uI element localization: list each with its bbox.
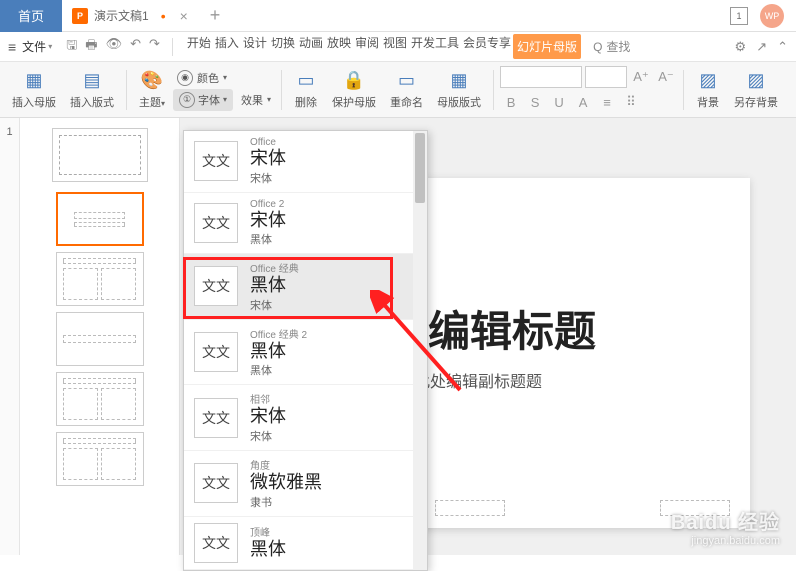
search-button[interactable]: Q 查找 <box>593 38 630 55</box>
collapse-icon[interactable]: ⌃ <box>777 39 788 55</box>
font-scheme-item[interactable]: 文文 Office 经典 黑体 宋体 <box>184 254 427 320</box>
save-icon[interactable]: 🖫 <box>66 36 77 58</box>
theme-dropdown[interactable]: 🎨 主题▾ <box>133 68 171 112</box>
undo-icon[interactable]: ↶ <box>130 36 141 58</box>
font-scheme-item[interactable]: 文文 Office 经典 2 黑体 黑体 <box>184 320 427 386</box>
color-dropdown[interactable]: ◉ 颜色▾ <box>173 69 275 87</box>
layout-thumbnail[interactable] <box>56 372 144 426</box>
font-scheme-item[interactable]: 文文 Office 2 宋体 黑体 <box>184 193 427 255</box>
rename-button[interactable]: ▭ 重命名 <box>384 68 429 112</box>
underline-button[interactable]: U <box>548 91 570 113</box>
insert-layout-button[interactable]: ▤ 插入版式 <box>64 68 120 112</box>
tab-animation[interactable]: 动画 <box>297 34 325 59</box>
redo-icon[interactable]: ↷ <box>149 36 160 58</box>
tab-vip[interactable]: 会员专享 <box>461 34 513 59</box>
font-scheme-item[interactable]: 文文 Office 宋体 宋体 <box>184 131 427 193</box>
strikethrough-button[interactable]: S <box>524 91 546 113</box>
master-thumbnail[interactable] <box>52 128 148 182</box>
preview-icon[interactable]: 👁 <box>106 36 123 58</box>
home-tab[interactable]: 首页 <box>0 0 62 32</box>
print-icon[interactable]: 🖶 <box>85 36 97 58</box>
watermark: Baidu 经验 jingyan.baidu.com <box>671 506 780 547</box>
insert-layout-icon: ▤ <box>80 70 104 92</box>
tab-review[interactable]: 审阅 <box>353 34 381 59</box>
layout-thumbnail[interactable] <box>56 312 144 366</box>
layout-thumbnail[interactable] <box>56 192 144 246</box>
layout-thumbnail[interactable] <box>56 432 144 486</box>
ribbon-tabs: 开始 插入 设计 切换 动画 放映 审阅 视图 开发工具 会员专享 幻灯片母版 <box>185 34 581 59</box>
font-sample-icon: 文文 <box>194 523 238 563</box>
font-size-combo[interactable] <box>585 66 627 88</box>
palette-icon: 🎨 <box>140 70 164 92</box>
tab-view[interactable]: 视图 <box>381 34 409 59</box>
background-button[interactable]: ▨ 背景 <box>690 68 726 112</box>
thumbnail-pane <box>20 118 180 555</box>
delete-button: ▭ 删除 <box>288 68 324 112</box>
background-icon: ▨ <box>696 70 720 92</box>
tab-slide-master[interactable]: 幻灯片母版 <box>513 34 581 59</box>
slide-number: 1 <box>0 126 19 138</box>
bold-button[interactable]: B <box>500 91 522 113</box>
title-bar: 首页 P 演示文稿1 • × + 1 WP <box>0 0 796 32</box>
menu-bar: ≡ 文件▾ 🖫 🖶 👁 ↶ ↷ 开始 插入 设计 切换 动画 放映 审阅 视图 … <box>0 32 796 62</box>
tab-transition[interactable]: 切换 <box>269 34 297 59</box>
tab-design[interactable]: 设计 <box>241 34 269 59</box>
close-tab-icon[interactable]: × <box>180 8 188 24</box>
font-color-button[interactable]: A <box>572 91 594 113</box>
new-tab-button[interactable]: + <box>198 5 233 26</box>
tab-devtools[interactable]: 开发工具 <box>409 34 461 59</box>
tab-start[interactable]: 开始 <box>185 34 213 59</box>
bullets-button[interactable]: ≡ <box>596 91 618 113</box>
footer-placeholder[interactable] <box>435 500 505 516</box>
font-sample-icon: 文文 <box>194 398 238 438</box>
dirty-indicator: • <box>161 8 166 24</box>
layout-thumbnail[interactable] <box>56 252 144 306</box>
share-icon[interactable]: ↗ <box>756 39 767 55</box>
color-icon: ◉ <box>177 70 193 86</box>
font-family-combo[interactable] <box>500 66 582 88</box>
window-count-icon[interactable]: 1 <box>730 7 748 25</box>
tab-slideshow[interactable]: 放映 <box>325 34 353 59</box>
increase-font-icon[interactable]: A⁺ <box>630 66 652 88</box>
font-sample-icon: 文文 <box>194 332 238 372</box>
font-sample-icon: 文文 <box>194 266 238 306</box>
rename-icon: ▭ <box>395 70 419 92</box>
font-scheme-panel: 文文 Office 宋体 宋体 文文 Office 2 宋体 黑体 文文 Off… <box>183 130 428 571</box>
layout-icon: ▦ <box>447 70 471 92</box>
scrollbar[interactable] <box>413 131 427 570</box>
save-bg-icon: ▨ <box>744 70 768 92</box>
ribbon-toolbar: ▦ 插入母版 ▤ 插入版式 🎨 主题▾ ◉ 颜色▾ ① 字体▾ 效果▾ ▭ 删除… <box>0 62 796 118</box>
font-sample-icon: 文文 <box>194 463 238 503</box>
search-label: 查找 <box>606 38 630 55</box>
font-scheme-icon: ① <box>179 92 195 108</box>
delete-icon: ▭ <box>294 70 318 92</box>
font-scheme-item[interactable]: 文文 相邻 宋体 宋体 <box>184 385 427 451</box>
save-background-button[interactable]: ▨ 另存背景 <box>728 68 784 112</box>
search-icon: Q <box>593 40 602 54</box>
insert-master-icon: ▦ <box>22 70 46 92</box>
settings-icon[interactable]: ⚙ <box>735 39 747 55</box>
file-menu[interactable]: 文件▾ <box>22 38 52 55</box>
outline-pane: 1 <box>0 118 20 555</box>
hamburger-icon[interactable]: ≡ <box>8 39 16 55</box>
font-scheme-dropdown[interactable]: ① 字体▾ <box>173 89 233 111</box>
insert-master-button[interactable]: ▦ 插入母版 <box>6 68 62 112</box>
font-scheme-item[interactable]: 文文 顶峰 黑体 <box>184 517 427 570</box>
master-layout-button: ▦ 母版版式 <box>431 68 487 112</box>
user-avatar[interactable]: WP <box>760 4 784 28</box>
font-sample-icon: 文文 <box>194 141 238 181</box>
document-name: 演示文稿1 <box>94 7 149 24</box>
font-sample-icon: 文文 <box>194 203 238 243</box>
protect-master-button: 🔒 保护母版 <box>326 68 382 112</box>
presentation-icon: P <box>72 8 88 24</box>
effect-dropdown[interactable]: 效果▾ <box>237 89 275 111</box>
font-scheme-item[interactable]: 文文 角度 微软雅黑 隶书 <box>184 451 427 517</box>
scrollbar-thumb[interactable] <box>415 133 425 203</box>
document-tab[interactable]: P 演示文稿1 • × <box>62 0 198 32</box>
lock-icon: 🔒 <box>342 70 366 92</box>
numbering-button[interactable]: ⠿ <box>620 91 642 113</box>
tab-insert[interactable]: 插入 <box>213 34 241 59</box>
decrease-font-icon[interactable]: A⁻ <box>655 66 677 88</box>
